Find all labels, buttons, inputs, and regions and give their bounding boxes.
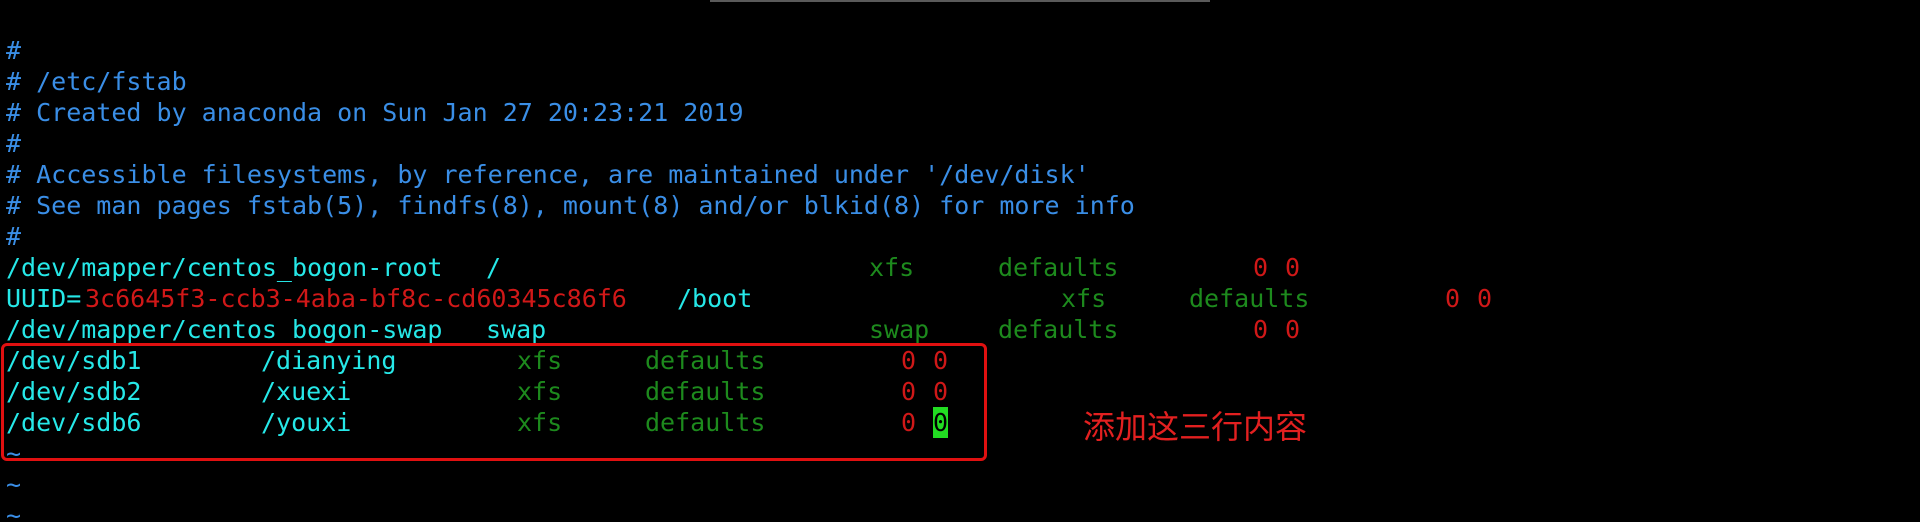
entry-uuid-value: 3c6645f3-ccb3-4aba-bf8c-cd60345c86f6 xyxy=(85,284,627,313)
empty-line-marker: ~ xyxy=(6,501,22,522)
comment-line: # /etc/fstab xyxy=(6,67,187,96)
entry-mount: swap xyxy=(486,315,547,344)
comment-line: # Accessible filesystems, by reference, … xyxy=(6,160,1090,189)
entry-pass: 0 xyxy=(1285,315,1301,344)
comment-line: # xyxy=(6,222,22,251)
entry-mount: /boot xyxy=(677,284,753,313)
entry-mount: / xyxy=(486,253,502,282)
highlight-box xyxy=(1,343,987,461)
entry-dump: 0 xyxy=(1253,253,1269,282)
entry-options: defaults xyxy=(1189,284,1310,313)
entry-options: defaults xyxy=(998,253,1119,282)
entry-pass: 0 xyxy=(1477,284,1493,313)
comment-line: # xyxy=(6,36,22,65)
entry-dump: 0 xyxy=(1445,284,1461,313)
comment-line: # xyxy=(6,129,22,158)
entry-device: /dev/mapper/centos_bogon-swap xyxy=(6,315,443,344)
entry-fstype: xfs xyxy=(1061,284,1107,313)
window-edge xyxy=(710,0,1210,2)
empty-line-marker: ~ xyxy=(6,470,22,499)
comment-line: # Created by anaconda on Sun Jan 27 20:2… xyxy=(6,98,744,127)
terminal-window[interactable]: # # /etc/fstab # Created by anaconda on … xyxy=(0,0,1920,522)
entry-options: defaults xyxy=(998,315,1119,344)
entry-fstype: swap xyxy=(869,315,930,344)
entry-fstype: xfs xyxy=(869,253,915,282)
entry-pass: 0 xyxy=(1285,253,1301,282)
comment-line: # See man pages fstab(5), findfs(8), mou… xyxy=(6,191,1135,220)
entry-uuid-prefix: UUID= xyxy=(6,284,82,313)
entry-dump: 0 xyxy=(1253,315,1269,344)
annotation-label: 添加这三行内容 xyxy=(1083,408,1308,446)
entry-device: /dev/mapper/centos_bogon-root xyxy=(6,253,443,282)
